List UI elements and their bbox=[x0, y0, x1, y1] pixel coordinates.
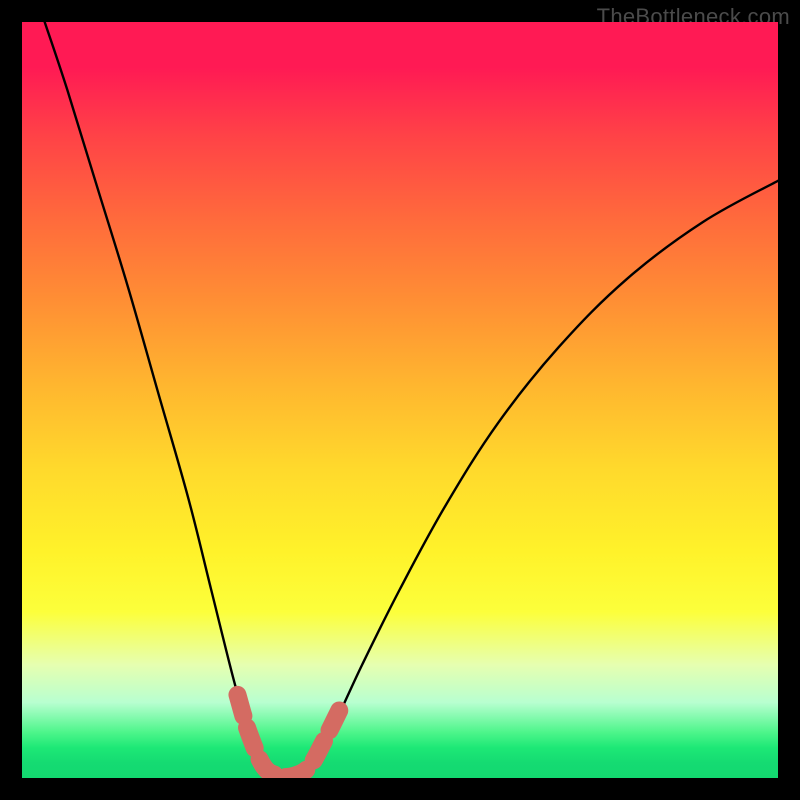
main-curve bbox=[45, 22, 778, 777]
plot-area bbox=[22, 22, 778, 778]
highlight-curve bbox=[237, 695, 339, 777]
outer-frame: TheBottleneck.com bbox=[0, 0, 800, 800]
chart-svg bbox=[22, 22, 778, 778]
